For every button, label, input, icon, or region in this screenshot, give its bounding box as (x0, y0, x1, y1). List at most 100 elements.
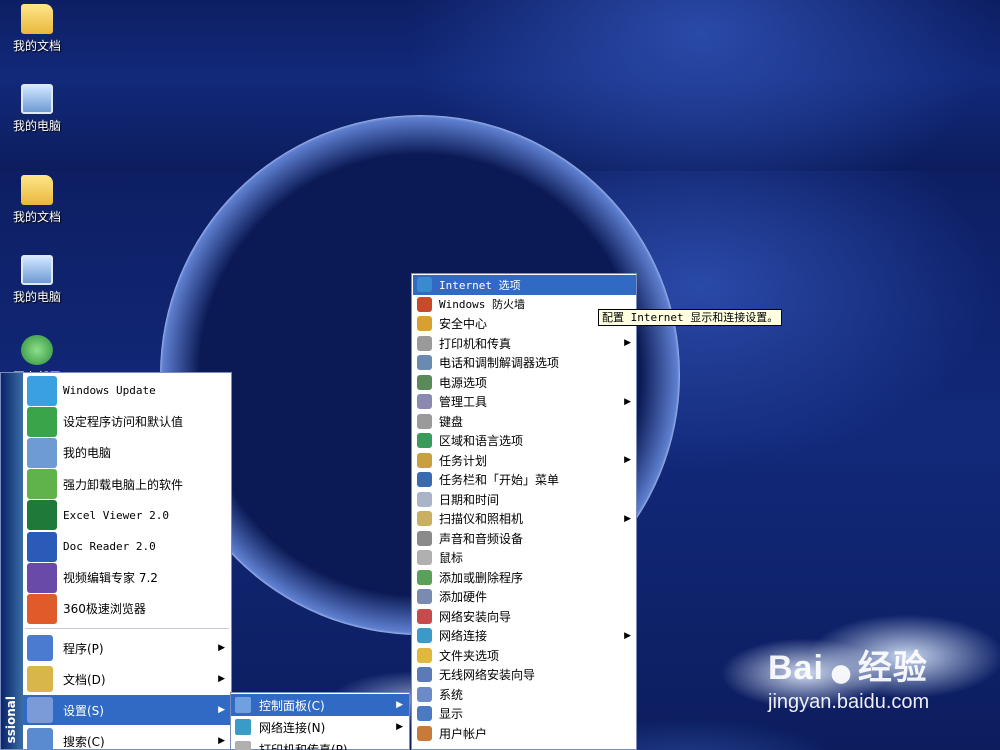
control-panel-item[interactable]: 打印机和传真 ▶ (413, 334, 636, 354)
control-panel-item-label: 文件夹选项 (439, 648, 500, 663)
control-panel-item-label: 电源选项 (439, 375, 488, 390)
control-panel-item-label: 鼠标 (439, 551, 464, 566)
control-panel-icon (235, 697, 251, 713)
control-panel-item[interactable]: 声音和音频设备 (413, 529, 636, 549)
control-panel-item[interactable]: 区域和语言选项 (413, 431, 636, 451)
start-menu-item-label: 视频编辑专家 7.2 (63, 571, 158, 586)
browser-360-icon (27, 593, 57, 624)
start-menu-item[interactable]: Doc Reader 2.0 (23, 531, 231, 562)
control-panel-item[interactable]: 鼠标 (413, 548, 636, 568)
watermark-logo-suffix: 经验 (857, 649, 928, 687)
control-panel-item-label: 显示 (439, 707, 464, 722)
task-scheduler-icon (417, 452, 432, 468)
control-panel-item-label: 电话和调制解调器选项 (439, 356, 560, 371)
control-panel-item[interactable]: 添加或删除程序 (413, 568, 636, 588)
clock-icon (417, 491, 432, 507)
control-panel-item[interactable]: 管理工具 ▶ (413, 392, 636, 412)
desktop-icon[interactable]: 我的文档 (0, 175, 77, 225)
desktop-icon-label: 我的文档 (12, 210, 61, 224)
chevron-right-icon: ▶ (218, 643, 225, 653)
computer-icon (27, 437, 57, 468)
system-icon (417, 686, 432, 702)
control-panel-item-label: 区域和语言选项 (439, 434, 524, 449)
control-panel-item[interactable]: 扫描仪和照相机 ▶ (413, 509, 636, 529)
control-panel-item-label: 管理工具 (439, 395, 488, 410)
control-panel-item[interactable]: 添加硬件 (413, 587, 636, 607)
control-panel-item-label: 用户帐户 (439, 726, 488, 741)
region-globe-icon (417, 433, 432, 449)
search-icon (27, 728, 53, 750)
control-panel-item[interactable]: 无线网络安装向导 (413, 665, 636, 685)
start-menu-brand-bar: ssional (1, 373, 23, 749)
desktop-icon[interactable]: 我的电脑 (0, 84, 77, 134)
settings-submenu-item[interactable]: 网络连接(N) ▶ (231, 716, 409, 738)
control-panel-item[interactable]: 电话和调制解调器选项 (413, 353, 636, 373)
start-menu-submenu-item[interactable]: 搜索(C) ▶ (23, 726, 231, 750)
control-panel-item-label: 打印机和传真 (439, 336, 512, 351)
control-panel-item-label: 日期和时间 (439, 492, 500, 507)
firewall-icon (417, 296, 432, 312)
control-panel-item-label: 扫描仪和照相机 (439, 512, 524, 527)
add-remove-icon (417, 569, 432, 585)
control-panel-item[interactable]: 文件夹选项 (413, 646, 636, 666)
internet-options-icon (417, 277, 432, 293)
control-panel-item-label: 添加硬件 (439, 590, 488, 605)
start-menu-item-label: Windows Update (63, 384, 156, 397)
start-menu-item-label: Excel Viewer 2.0 (63, 508, 169, 522)
control-panel-item[interactable]: 电源选项 (413, 373, 636, 393)
settings-submenu-label: 网络连接(N) (259, 720, 326, 735)
control-panel-item[interactable]: Internet 选项 (413, 275, 636, 295)
start-menu-submenu-item[interactable]: 文档(D) ▶ (23, 664, 231, 694)
control-panel-item[interactable]: 显示 (413, 704, 636, 724)
settings-submenu-item[interactable]: 打印机和传真(P) (231, 738, 409, 750)
chevron-right-icon: ▶ (218, 674, 225, 684)
control-panel-item-label: 任务计划 (439, 453, 488, 468)
user-accounts-icon (417, 725, 432, 741)
control-panel-item-label: 声音和音频设备 (439, 531, 524, 546)
control-panel-item-label: 安全中心 (439, 317, 488, 332)
start-menu-submenu-label: 程序(P) (63, 641, 104, 656)
chevron-right-icon: ▶ (624, 513, 631, 524)
control-panel-item-label: 网络安装向导 (439, 609, 512, 624)
settings-submenu-item[interactable]: 控制面板(C) ▶ (231, 694, 409, 716)
start-menu-item[interactable]: 设定程序访问和默认值 (23, 406, 231, 437)
start-menu-item[interactable]: Windows Update (23, 375, 231, 406)
control-panel-item[interactable]: 系统 (413, 685, 636, 705)
settings-submenu-label: 控制面板(C) (259, 698, 325, 713)
control-panel-item[interactable]: 键盘 (413, 412, 636, 432)
desktop-icon[interactable]: 我的文档 (0, 4, 77, 54)
chevron-right-icon: ▶ (624, 396, 631, 407)
control-panel-item[interactable]: 网络连接 ▶ (413, 626, 636, 646)
start-menu-item[interactable]: Excel Viewer 2.0 (23, 500, 231, 531)
chevron-right-icon: ▶ (396, 722, 403, 732)
control-panel-item[interactable]: 网络安装向导 (413, 607, 636, 627)
folder-icon (21, 4, 53, 34)
start-menu-submenu-item[interactable]: 设置(S) ▶ (23, 695, 231, 725)
control-panel-item[interactable]: 日期和时间 (413, 490, 636, 510)
start-menu-item[interactable]: 视频编辑专家 7.2 (23, 562, 231, 593)
control-panel-item[interactable]: 任务栏和「开始」菜单 (413, 470, 636, 490)
start-menu-submenu-label: 设置(S) (63, 703, 104, 718)
documents-icon (27, 666, 53, 692)
start-menu-item[interactable]: 360极速浏览器 (23, 593, 231, 624)
network-setup-icon (417, 608, 432, 624)
start-menu-item[interactable]: 强力卸载电脑上的软件 (23, 469, 231, 500)
control-panel-item[interactable]: 任务计划 ▶ (413, 451, 636, 471)
start-menu-submenu-item[interactable]: 程序(P) ▶ (23, 633, 231, 663)
start-menu-item[interactable]: 我的电脑 (23, 437, 231, 468)
add-hardware-icon (417, 589, 432, 605)
printer-icon (417, 335, 432, 351)
control-panel-submenu: Internet 选项 Windows 防火墙 安全中心 打印机和传真 ▶ 电话和调制解调… (411, 273, 637, 750)
computer-icon (21, 255, 53, 285)
start-menu-separator (25, 628, 229, 629)
desktop-icon[interactable]: 我的电脑 (0, 255, 77, 305)
control-panel-item[interactable]: 用户帐户 (413, 724, 636, 744)
admin-tools-icon (417, 394, 432, 410)
power-icon (417, 374, 432, 390)
start-menu-submenu-label: 搜索(C) (63, 734, 105, 749)
network-icon (21, 335, 53, 365)
control-panel-item-label: 添加或删除程序 (439, 570, 524, 585)
mouse-icon (417, 550, 432, 566)
start-menu-item-label: 我的电脑 (63, 446, 112, 461)
start-menu: ssional Windows Update 设定程序访问和默认值我的电脑强力卸载… (0, 372, 232, 750)
